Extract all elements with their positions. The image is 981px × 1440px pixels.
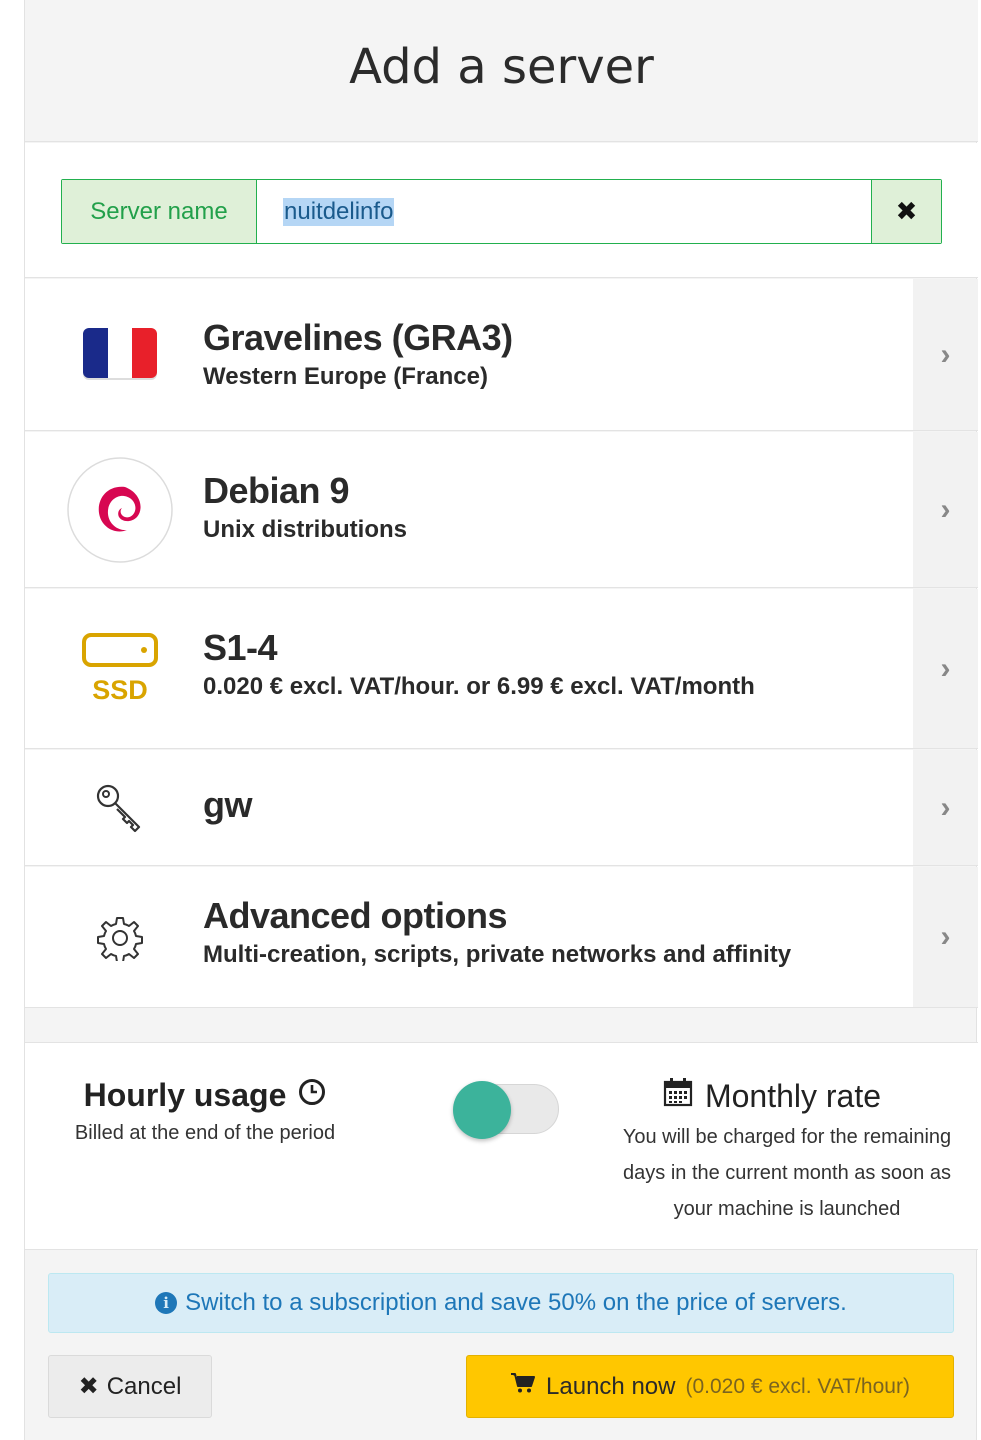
server-name-input[interactable]: nuitdelinfo bbox=[257, 180, 871, 243]
flavor-title: S1-4 bbox=[203, 627, 278, 668]
france-flag-icon bbox=[65, 279, 175, 431]
image-row[interactable]: Debian 9 Unix distributions › bbox=[25, 432, 978, 588]
close-icon: ✖ bbox=[895, 196, 918, 226]
toggle-knob[interactable] bbox=[453, 1081, 511, 1139]
monthly-desc-line3: your machine is launched bbox=[673, 1198, 901, 1220]
info-icon: i bbox=[155, 1292, 178, 1314]
hourly-desc: Billed at the end of the period bbox=[74, 1122, 336, 1144]
gear-icon bbox=[65, 867, 175, 1008]
calendar-icon bbox=[663, 1077, 693, 1115]
ssd-label: SSD bbox=[92, 675, 148, 705]
launch-label: Launch now bbox=[546, 1372, 676, 1400]
cancel-label: Cancel bbox=[106, 1372, 182, 1400]
clear-name-button[interactable]: ✖ bbox=[871, 180, 941, 243]
key-icon bbox=[65, 750, 175, 866]
debian-logo-icon bbox=[65, 432, 175, 588]
flavor-subtitle: 0.020 € excl. VAT/hour. or 6.99 € excl. … bbox=[203, 673, 755, 700]
alert-text: Switch to a subscription and save 50% on… bbox=[185, 1289, 847, 1316]
flavor-row[interactable]: SSD S1-4 0.020 € excl. VAT/hour. or 6.99… bbox=[25, 589, 978, 749]
monthly-option[interactable]: Monthly rate You will be charged for the… bbox=[601, 1077, 973, 1227]
advanced-title: Advanced options bbox=[203, 895, 508, 936]
add-server-panel: Add a server Server name nuitdelinfo ✖ G… bbox=[24, 0, 978, 1440]
image-title: Debian 9 bbox=[203, 470, 350, 511]
cancel-button[interactable]: ✖ Cancel bbox=[48, 1355, 212, 1418]
image-subtitle: Unix distributions bbox=[203, 516, 407, 543]
monthly-desc-line1: You will be charged for the remaining bbox=[622, 1126, 952, 1148]
cart-icon bbox=[510, 1372, 536, 1401]
page-title: Add a server bbox=[349, 38, 654, 95]
hourly-title: Hourly usage bbox=[83, 1077, 287, 1113]
clock-icon bbox=[298, 1077, 326, 1114]
hourly-option[interactable]: Hourly usage Billed at the end of the pe… bbox=[65, 1077, 345, 1145]
server-name-group: Server name nuitdelinfo ✖ bbox=[61, 179, 942, 244]
server-name-value: nuitdelinfo bbox=[283, 197, 395, 226]
sshkey-title: gw bbox=[203, 784, 253, 825]
monthly-title: Monthly rate bbox=[704, 1077, 882, 1114]
region-subtitle: Western Europe (France) bbox=[203, 363, 488, 390]
ssd-icon: SSD bbox=[65, 589, 175, 749]
chevron-right-icon[interactable]: › bbox=[913, 589, 978, 748]
advanced-subtitle: Multi-creation, scripts, private network… bbox=[203, 941, 792, 968]
server-name-section: Server name nuitdelinfo ✖ bbox=[25, 143, 978, 278]
close-icon: ✖ bbox=[78, 1373, 99, 1400]
chevron-right-icon[interactable]: › bbox=[913, 750, 978, 865]
sshkey-row[interactable]: gw › bbox=[25, 750, 978, 866]
region-title: Gravelines (GRA3) bbox=[203, 317, 513, 358]
chevron-right-icon[interactable]: › bbox=[913, 279, 978, 430]
billing-section: Hourly usage Billed at the end of the pe… bbox=[25, 1042, 978, 1250]
page-header: Add a server bbox=[25, 0, 978, 142]
billing-toggle[interactable] bbox=[453, 1081, 559, 1139]
region-row[interactable]: Gravelines (GRA3) Western Europe (France… bbox=[25, 279, 978, 431]
chevron-right-icon[interactable]: › bbox=[913, 432, 978, 587]
launch-button[interactable]: Launch now (0.020 € excl. VAT/hour) bbox=[466, 1355, 954, 1418]
launch-price: (0.020 € excl. VAT/hour) bbox=[685, 1374, 910, 1398]
subscription-alert[interactable]: i Switch to a subscription and save 50% … bbox=[48, 1273, 954, 1333]
server-name-label: Server name bbox=[62, 180, 257, 243]
chevron-right-icon[interactable]: › bbox=[913, 867, 978, 1007]
advanced-options-row[interactable]: Advanced options Multi-creation, scripts… bbox=[25, 867, 978, 1008]
monthly-desc-line2: days in the current month as soon as bbox=[623, 1162, 951, 1184]
